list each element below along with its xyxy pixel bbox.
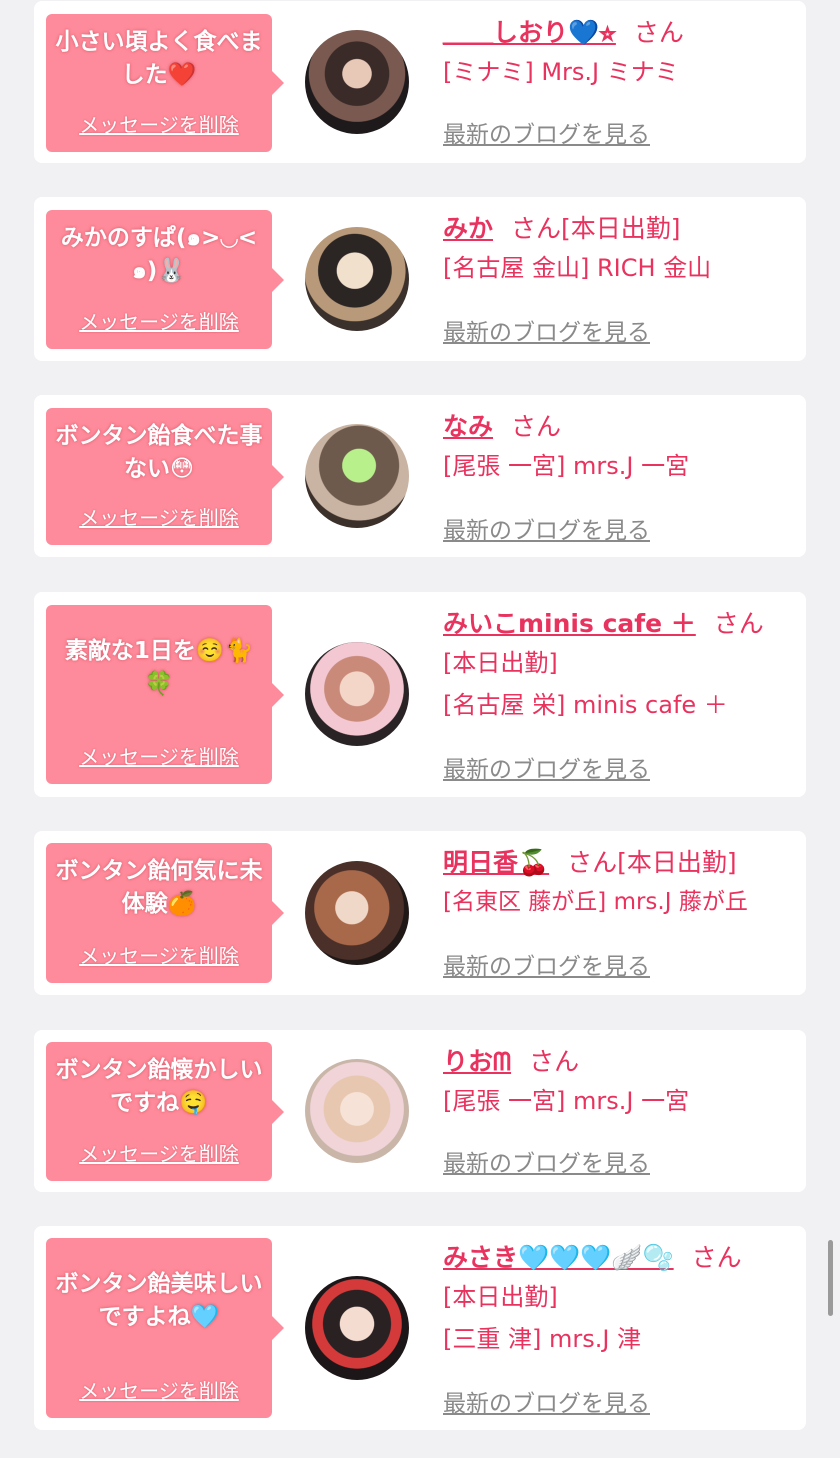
profile-name-link[interactable]: りおᗰ [443,1047,511,1076]
profile-name-link[interactable]: 明日香🍒 [443,848,549,877]
honorific: さん[本日出勤] [511,214,681,243]
view-blog-link[interactable]: 最新のブログを見る [443,511,650,545]
honorific: さん [691,1243,742,1272]
honorific: さん [633,18,684,47]
profile-name-link[interactable]: みか [443,214,493,243]
message-text: 小さい頃よく食べました❤️ [55,29,263,88]
message-text: ボンタン飴何気に未体験🍊 [55,858,263,917]
message-bubble: ボンタン飴何気に未体験🍊 メッセージを削除 [46,843,284,983]
view-blog-link[interactable]: 最新のブログを見る [443,750,650,784]
shop-status: [本日出勤] [443,649,558,677]
view-blog-link[interactable]: 最新のブログを見る [443,947,650,981]
profile-name-link[interactable]: ＿＿しおり💙⭐︎ [443,18,616,47]
honorific: さん [529,1047,580,1076]
delete-message-link[interactable]: メッセージを削除 [46,1375,272,1404]
profile-name-link[interactable]: みいこminis cafe ＋ [443,609,696,638]
profile-name-link[interactable]: なみ [443,412,493,441]
avatar[interactable] [305,30,409,134]
message-text: ボンタン飴食べた事ない😳 [55,423,263,482]
list-item: ボンタン飴何気に未体験🍊 メッセージを削除 明日香🍒 さん[本日出勤] [名東区 … [34,831,806,995]
avatar[interactable] [305,642,409,746]
honorific: さん [713,609,764,638]
message-bubble: ボンタン飴懐かしいですね🤤 メッセージを削除 [46,1042,284,1181]
list-item: ボンタン飴美味しいですよね🩵 メッセージを削除 みさき🩵🩵🩵🪽🫧 さん [本日出勤… [34,1226,806,1430]
shop-info: [尾張 一宮] mrs.J 一宮 [443,452,690,480]
delete-message-link[interactable]: メッセージを削除 [46,741,272,770]
avatar[interactable] [305,1059,409,1163]
scrollbar[interactable] [828,1240,833,1316]
list-item: 小さい頃よく食べました❤️ メッセージを削除 ＿＿しおり💙⭐︎ さん [ミナミ] … [34,1,806,163]
delete-message-link[interactable]: メッセージを削除 [46,306,272,335]
list-item: みかのすぱ(๑>◡<๑)🐰 メッセージを削除 みか さん[本日出勤] [名古屋 金… [34,197,806,361]
message-text: ボンタン飴美味しいですよね🩵 [55,1271,263,1330]
message-bubble: ボンタン飴食べた事ない😳 メッセージを削除 [46,408,284,545]
shop-status: [本日出勤] [443,1283,558,1311]
delete-message-link[interactable]: メッセージを削除 [46,940,272,969]
shop-info: [名東区 藤が丘] mrs.J 藤が丘 [443,889,748,915]
view-blog-link[interactable]: 最新のブログを見る [443,1384,650,1418]
message-text: みかのすぱ(๑>◡<๑)🐰 [60,225,258,284]
message-bubble: 小さい頃よく食べました❤️ メッセージを削除 [46,14,284,152]
message-bubble: ボンタン飴美味しいですよね🩵 メッセージを削除 [46,1238,284,1418]
view-blog-link[interactable]: 最新のブログを見る [443,313,650,347]
delete-message-link[interactable]: メッセージを削除 [46,1138,272,1167]
view-blog-link[interactable]: 最新のブログを見る [443,1144,650,1178]
avatar[interactable] [305,861,409,965]
shop-info: [名古屋 金山] RICH 金山 [443,254,712,282]
avatar[interactable] [305,424,409,528]
delete-message-link[interactable]: メッセージを削除 [46,109,272,138]
list-item: ボンタン飴食べた事ない😳 メッセージを削除 なみ さん [尾張 一宮] mrs.J… [34,395,806,557]
message-text: ボンタン飴懐かしいですね🤤 [55,1057,263,1116]
delete-message-link[interactable]: メッセージを削除 [46,502,272,531]
shop-info: [三重 津] mrs.J 津 [443,1325,642,1353]
shop-info: [名古屋 栄] minis cafe ＋ [443,691,728,719]
message-text: 素敵な1日を☺️🐈🍀 [64,638,254,697]
honorific: さん[本日出勤] [567,848,737,877]
honorific: さん [511,412,562,441]
shop-info: [尾張 一宮] mrs.J 一宮 [443,1087,690,1115]
avatar[interactable] [305,227,409,331]
message-bubble: 素敵な1日を☺️🐈🍀 メッセージを削除 [46,605,284,784]
profile-name-link[interactable]: みさき🩵🩵🩵🪽🫧 [443,1243,674,1272]
message-bubble: みかのすぱ(๑>◡<๑)🐰 メッセージを削除 [46,210,284,349]
avatar[interactable] [305,1276,409,1380]
shop-info: [ミナミ] Mrs.J ミナミ [443,58,679,86]
list-item: ボンタン飴懐かしいですね🤤 メッセージを削除 りおᗰ さん [尾張 一宮] mrs… [34,1030,806,1192]
view-blog-link[interactable]: 最新のブログを見る [443,115,650,149]
list-item: 素敵な1日を☺️🐈🍀 メッセージを削除 みいこminis cafe ＋ さん [本… [34,592,806,797]
